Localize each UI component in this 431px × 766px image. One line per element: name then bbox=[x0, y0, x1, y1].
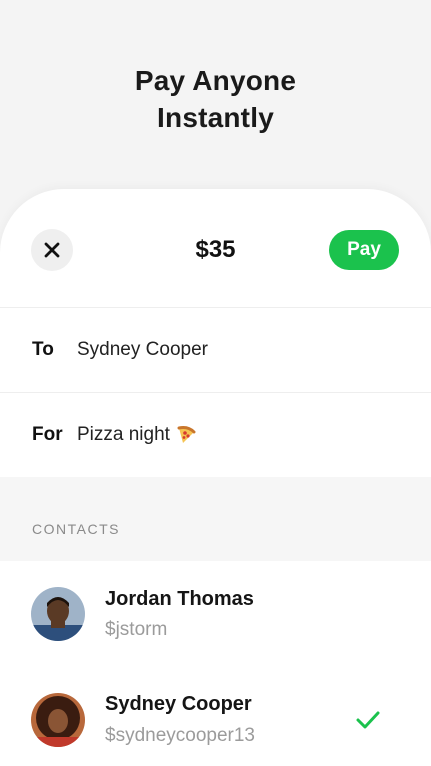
hero-title: Pay Anyone Instantly bbox=[135, 62, 296, 136]
contact-handle: $sydneycooper13 bbox=[105, 725, 255, 746]
pizza-icon bbox=[177, 426, 196, 443]
to-field[interactable]: To Sydney Cooper bbox=[0, 307, 431, 392]
hero-title-line2: Instantly bbox=[157, 102, 274, 133]
hero-header: Pay Anyone Instantly bbox=[0, 0, 431, 200]
close-icon bbox=[44, 242, 60, 258]
payment-topbar: $35 Pay bbox=[0, 189, 431, 307]
for-value: Pizza night bbox=[77, 424, 170, 445]
for-label: For bbox=[32, 424, 63, 445]
contact-item[interactable]: Jordan Thomas $jstorm bbox=[0, 561, 431, 665]
contact-handle: $jstorm bbox=[105, 619, 168, 640]
to-label: To bbox=[32, 339, 54, 360]
pay-button[interactable]: Pay bbox=[329, 230, 399, 270]
contact-name: Sydney Cooper bbox=[105, 693, 252, 715]
for-field[interactable]: For Pizza night bbox=[0, 392, 431, 477]
contact-name: Jordan Thomas bbox=[105, 588, 254, 610]
contact-item-selected[interactable]: Sydney Cooper $sydneycooper13 bbox=[0, 665, 431, 766]
hero-title-line1: Pay Anyone bbox=[134, 65, 297, 96]
close-button[interactable] bbox=[31, 229, 73, 271]
avatar bbox=[31, 587, 85, 641]
to-value: Sydney Cooper bbox=[77, 339, 208, 360]
contacts-section-label: CONTACTS bbox=[32, 521, 120, 537]
for-value-wrap: Pizza night bbox=[77, 424, 196, 446]
check-icon bbox=[356, 711, 380, 729]
contacts-section-header: CONTACTS bbox=[0, 477, 431, 561]
payment-sheet: $35 Pay To Sydney Cooper For Pizza night… bbox=[0, 189, 431, 766]
avatar bbox=[31, 693, 85, 747]
